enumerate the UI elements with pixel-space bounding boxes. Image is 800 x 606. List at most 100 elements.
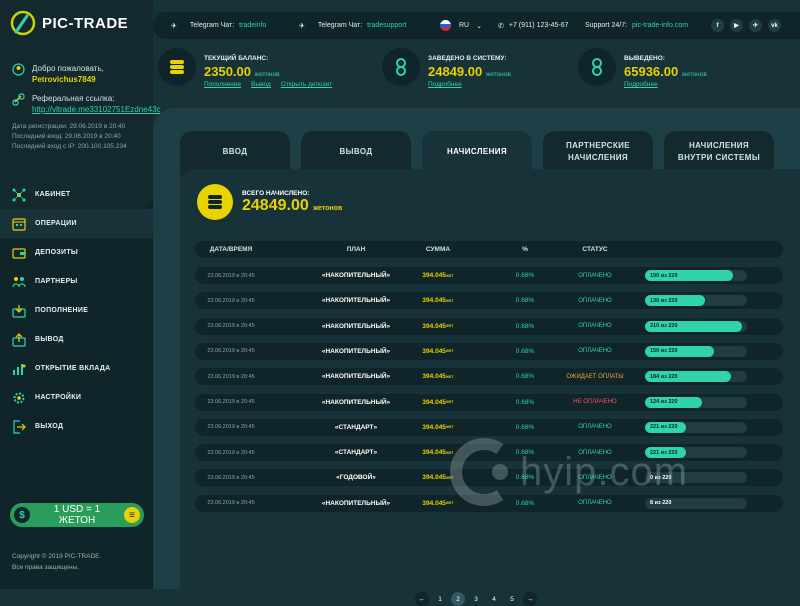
main-content: ВВОД ВЫВОД НАЧИСЛЕНИЯ ПАРТНЕРСКИЕ НАЧИСЛ… xyxy=(153,108,800,606)
details-link[interactable]: Подробнее xyxy=(624,81,658,88)
sidebar-item-deposits[interactable]: ДЕПОЗИТЫ xyxy=(0,238,153,267)
page-3[interactable]: 3 xyxy=(469,592,483,606)
progress-fill: 184 из 220 xyxy=(645,371,731,383)
facebook-icon[interactable]: f xyxy=(711,19,724,32)
last-login: Последний вход: 29.06.2019 в 20:40 xyxy=(12,133,121,140)
vk-icon[interactable]: vk xyxy=(768,19,781,32)
sum-currency: ЖЕТ xyxy=(445,273,454,278)
sidebar-item-open-deposit[interactable]: ОТКРЫТИЕ ВКЛАДА xyxy=(0,354,153,383)
sidebar-item-replenish[interactable]: ПОПОЛНЕНИЕ xyxy=(0,296,153,325)
withdraw-link[interactable]: Вывод xyxy=(251,81,271,88)
support-value: pic-trade-info.com xyxy=(632,22,689,29)
cell-plan: «НАКОПИТЕЛЬНЫЙ» xyxy=(321,297,391,305)
cell-plan: «НАКОПИТЕЛЬНЫЙ» xyxy=(321,373,391,381)
table-header: ДАТА/ВРЕМЯ ПЛАН СУММА % СТАТУС xyxy=(195,241,783,258)
open-deposit-link[interactable]: Открыть депозит xyxy=(281,81,332,88)
table-row: 23.06.2019 в 20:45 «НАКОПИТЕЛЬНЫЙ» 394.045… xyxy=(195,267,783,284)
page-5[interactable]: 5 xyxy=(505,592,519,606)
progress-text: 221 из 220 xyxy=(650,424,678,431)
prev-page-button[interactable]: ← xyxy=(415,592,429,606)
total-unit: жетонов xyxy=(313,204,343,212)
cell-sum: 394.045 ЖЕТ xyxy=(403,368,473,385)
sum-currency: ЖЕТ xyxy=(445,324,454,329)
top-bar: ✈ Telegram Чат: tradeinfo ✈ Telegram Чат… xyxy=(153,12,800,39)
deposit-icon xyxy=(12,304,26,318)
progress-bar: 210 из 220 xyxy=(645,320,747,332)
cell-status: ОЖИДАЕТ ОПЛАТЫ xyxy=(566,373,624,380)
rights-line: Все права защищены. xyxy=(12,564,80,571)
total-accrued: ВСЕГО НАЧИСЛЕНО: 24849.00 жетонов xyxy=(197,184,342,220)
progress-text: 124 из 220 xyxy=(650,399,678,405)
sidebar-item-partners[interactable]: ПАРТНЕРЫ xyxy=(0,267,153,296)
page-1[interactable]: 1 xyxy=(433,592,447,606)
sidebar-item-logout[interactable]: ВЫХОД xyxy=(0,412,153,441)
cell-date: 23.06.2019 в 20:45 xyxy=(207,272,255,279)
table-row: 23.06.2019 в 20:45 «НАКОПИТЕЛЬНЫЙ» 394.045… xyxy=(195,317,783,335)
cell-plan: «НАКОПИТЕЛЬНЫЙ» xyxy=(321,347,391,355)
support-info[interactable]: Support 24/7: pic-trade-info.com xyxy=(585,22,688,29)
cell-sum: 394.045 ЖЕТ xyxy=(403,318,473,335)
column-header-status: СТАТУС xyxy=(582,246,608,253)
logo[interactable]: PIC-TRADE xyxy=(10,10,128,36)
settings-icon xyxy=(12,391,26,405)
table-row: 23.06.2019 в 20:45 «СТАНДАРТ» 394.045 ЖЕТ 0.… xyxy=(195,418,783,436)
cell-plan: «СТАНДАРТ» xyxy=(334,449,378,457)
language-selector[interactable]: RU ⌄ xyxy=(440,20,482,31)
cell-date: 23.06.2019 в 20:45 xyxy=(207,373,255,380)
cell-date: 23.06.2019 в 20:45 xyxy=(207,399,255,405)
sum-currency: ЖЕТ xyxy=(445,374,454,379)
referral-link[interactable]: http://vltrade.me33102751Ezdne43c xyxy=(32,105,161,114)
sidebar-item-label: НАСТРОЙКИ xyxy=(35,394,82,401)
total-value: 24849.00 xyxy=(242,196,309,214)
replenish-link[interactable]: Пополнение xyxy=(204,81,241,88)
deposited-value: 24849.00 xyxy=(428,64,483,79)
telegram-icon[interactable]: ✈ xyxy=(749,19,762,32)
telegram-chat-support[interactable]: ✈ Telegram Чат: tradesupport xyxy=(299,22,406,30)
table-row: 23.06.2019 в 20:45 «НАКОПИТЕЛЬНЫЙ» 394.045… xyxy=(195,342,783,360)
stats-bar: ТЕКУЩИЙ БАЛАНС: 2350.00 жетонов Пополнен… xyxy=(153,46,800,106)
sidebar-item-label: ВЫХОД xyxy=(35,423,64,430)
progress-bar: 184 из 220 xyxy=(645,371,747,383)
page-2[interactable]: 2 xyxy=(451,592,465,606)
next-page-button[interactable]: → xyxy=(523,592,537,606)
token-icon: ≡ xyxy=(124,507,140,523)
reg-date: Дата регистрации: 29.06.2019 в 20:40 xyxy=(12,123,126,130)
cell-plan: «НАКОПИТЕЛЬНЫЙ» xyxy=(321,499,391,507)
sidebar-item-cabinet[interactable]: КАБИНЕТ xyxy=(0,180,153,209)
infinity-coins-icon xyxy=(578,48,616,86)
copyright-line: Copyright © 2019 PIC-TRADE. xyxy=(12,553,102,560)
progress-bar: 190 из 220 xyxy=(645,270,747,281)
page-4[interactable]: 4 xyxy=(487,592,501,606)
progress-text: 190 из 220 xyxy=(650,272,678,279)
balance-value: 2350.00 xyxy=(204,64,251,79)
telegram-value: tradesupport xyxy=(367,22,407,29)
sidebar-item-operations[interactable]: ОПЕРАЦИИ xyxy=(0,209,153,238)
sum-value: 394.045 xyxy=(422,347,446,355)
sidebar-item-settings[interactable]: НАСТРОЙКИ xyxy=(0,383,153,412)
progress-bar: 150 из 220 xyxy=(645,345,747,357)
user-icon xyxy=(12,63,25,76)
sidebar-item-label: ПОПОЛНЕНИЕ xyxy=(35,307,89,314)
sum-currency: ЖЕТ xyxy=(445,425,454,430)
details-link[interactable]: Подробнее xyxy=(428,81,462,88)
link-icon xyxy=(12,93,25,106)
watermark-logo-icon xyxy=(450,438,508,506)
withdrawn-links: Подробнее xyxy=(624,81,707,88)
watermark-text: hyip.com xyxy=(520,449,689,494)
sidebar-item-label: ПАРТНЕРЫ xyxy=(35,278,78,285)
total-label: ВСЕГО НАЧИСЛЕНО: xyxy=(242,189,310,197)
progress-bar: 221 из 220 xyxy=(645,421,747,433)
cell-sum: 394.045 ЖЕТ xyxy=(403,343,473,360)
youtube-icon[interactable]: ▶ xyxy=(730,19,743,32)
withdraw-icon xyxy=(12,332,26,347)
telegram-chat-info[interactable]: ✈ Telegram Чат: tradeinfo xyxy=(171,22,266,30)
progress-text: 130 из 220 xyxy=(650,297,678,304)
sidebar-item-withdraw[interactable]: ВЫВОД xyxy=(0,325,153,354)
cell-date: 23.06.2019 в 20:45 xyxy=(207,323,255,330)
progress-bar: 130 из 220 xyxy=(645,295,747,307)
phone[interactable]: ✆ +7 (911) 123-45-67 xyxy=(498,22,568,30)
progress-fill: 210 из 220 xyxy=(645,320,742,332)
sum-currency: ЖЕТ xyxy=(445,298,454,303)
cell-sum: 394.045 ЖЕТ xyxy=(403,419,473,436)
username: Petrovichus7849 xyxy=(32,75,96,84)
